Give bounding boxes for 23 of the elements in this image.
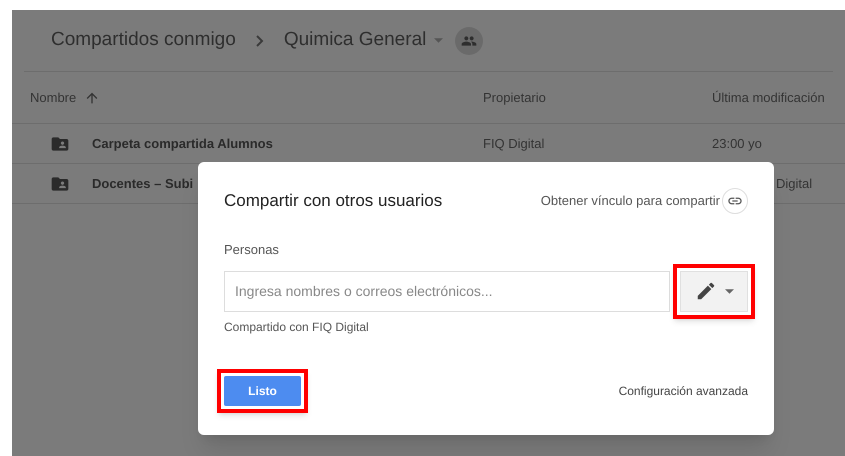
dialog-title: Compartir con otros usuarios <box>224 190 442 212</box>
link-icon[interactable] <box>722 188 748 214</box>
shared-with-text: Compartido con FIQ Digital <box>224 318 370 336</box>
get-link[interactable]: Obtener vínculo para compartir <box>540 191 720 211</box>
field-label: Personas <box>224 241 280 259</box>
file-name[interactable]: Docentes – Subi <box>92 174 194 194</box>
breadcrumb-current[interactable]: Quimica General <box>284 26 426 55</box>
file-name[interactable]: Carpeta compartida Alumnos <box>92 134 273 154</box>
column-header[interactable]: Última modificación <box>712 88 825 108</box>
permission-button[interactable] <box>680 270 748 312</box>
chevron-icon <box>256 34 264 46</box>
people-icon[interactable] <box>455 26 484 54</box>
column-header[interactable]: Propietario <box>483 88 712 108</box>
modified-cell-text: Digital <box>775 174 812 193</box>
caret-icon <box>724 288 734 294</box>
caret-icon[interactable] <box>434 38 444 43</box>
column-header[interactable]: Nombre <box>30 88 76 108</box>
owner-cell: FIQ Digital <box>483 136 544 151</box>
advanced-settings-link[interactable]: Configuración avanzada <box>618 382 748 400</box>
people-input-field[interactable]: Ingresa nombres o correos electrónicos... <box>224 270 670 312</box>
modified-cell-text: 23:00 yo <box>712 134 762 153</box>
done-button[interactable]: Listo <box>224 376 301 406</box>
breadcrumb-parent[interactable]: Compartidos conmigo <box>51 26 236 55</box>
